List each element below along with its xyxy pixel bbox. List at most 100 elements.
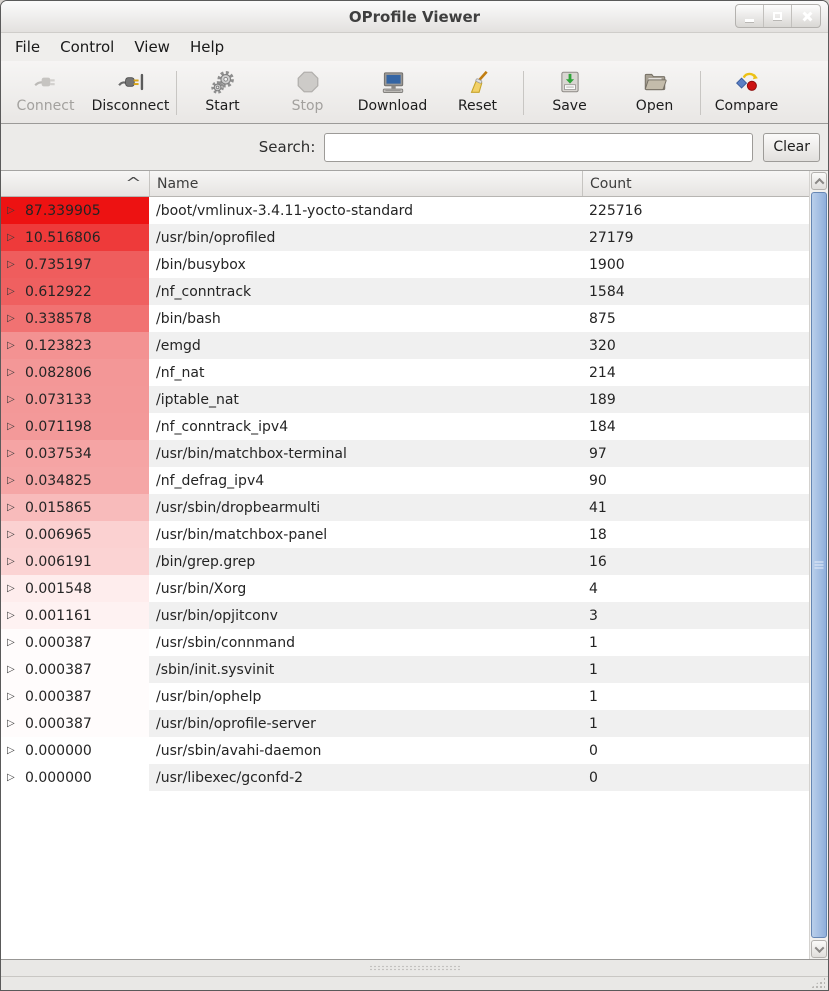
scrollbar-thumb[interactable] bbox=[811, 192, 827, 938]
table-row[interactable]: ▷ 10.516806 /usr/bin/oprofiled 27179 bbox=[1, 224, 809, 251]
expander-icon[interactable]: ▷ bbox=[7, 232, 21, 243]
table-row[interactable]: ▷ 0.612922 /nf_conntrack 1584 bbox=[1, 278, 809, 305]
expander-icon[interactable]: ▷ bbox=[7, 745, 21, 756]
expander-icon[interactable]: ▷ bbox=[7, 448, 21, 459]
expander-icon[interactable]: ▷ bbox=[7, 556, 21, 567]
table-row[interactable]: ▷ 0.037534 /usr/bin/matchbox-terminal 97 bbox=[1, 440, 809, 467]
expander-icon[interactable]: ▷ bbox=[7, 772, 21, 783]
name-cell: /iptable_nat bbox=[149, 386, 582, 413]
column-header-percent[interactable]: ^ bbox=[1, 171, 149, 196]
maximize-button[interactable] bbox=[764, 5, 792, 27]
expander-icon[interactable]: ▷ bbox=[7, 205, 21, 216]
table-row[interactable]: ▷ 0.001161 /usr/bin/opjitconv 3 bbox=[1, 602, 809, 629]
save-button[interactable]: Save bbox=[527, 65, 612, 121]
close-button[interactable] bbox=[792, 5, 820, 27]
table-row[interactable]: ▷ 0.000000 /usr/libexec/gconfd-2 0 bbox=[1, 764, 809, 791]
table-row[interactable]: ▷ 0.001548 /usr/bin/Xorg 4 bbox=[1, 575, 809, 602]
percent-value: 0.073133 bbox=[25, 392, 92, 408]
table-row[interactable]: ▷ 0.338578 /bin/bash 875 bbox=[1, 305, 809, 332]
expander-icon[interactable]: ▷ bbox=[7, 664, 21, 675]
name-cell: /bin/busybox bbox=[149, 251, 582, 278]
menu-view[interactable]: View bbox=[124, 34, 180, 60]
expander-icon[interactable]: ▷ bbox=[7, 529, 21, 540]
table-row[interactable]: ▷ 0.082806 /nf_nat 214 bbox=[1, 359, 809, 386]
expander-icon[interactable]: ▷ bbox=[7, 340, 21, 351]
expander-icon[interactable]: ▷ bbox=[7, 637, 21, 648]
scroll-down-button[interactable] bbox=[811, 940, 827, 958]
menu-file[interactable]: File bbox=[5, 34, 50, 60]
pane-splitter[interactable] bbox=[1, 959, 828, 976]
clear-button[interactable]: Clear bbox=[763, 133, 820, 162]
table-header: ^ Name Count bbox=[1, 171, 809, 197]
titlebar[interactable]: OProfile Viewer bbox=[1, 1, 828, 33]
toolbar: Connect Disconnect bbox=[1, 61, 828, 124]
percent-cell: ▷ 0.000387 bbox=[1, 656, 149, 683]
expander-icon[interactable]: ▷ bbox=[7, 259, 21, 270]
percent-cell: ▷ 0.000387 bbox=[1, 629, 149, 656]
table-row[interactable]: ▷ 0.123823 /emgd 320 bbox=[1, 332, 809, 359]
expander-icon[interactable]: ▷ bbox=[7, 583, 21, 594]
table-row[interactable]: ▷ 0.015865 /usr/sbin/dropbearmulti 41 bbox=[1, 494, 809, 521]
percent-cell: ▷ 0.006191 bbox=[1, 548, 149, 575]
resize-grip-icon[interactable] bbox=[811, 977, 825, 988]
percent-cell: ▷ 0.000387 bbox=[1, 710, 149, 737]
table-row[interactable]: ▷ 0.000387 /usr/bin/oprofile-server 1 bbox=[1, 710, 809, 737]
count-cell: 225716 bbox=[582, 197, 809, 224]
table-row[interactable]: ▷ 0.000387 /usr/sbin/connmand 1 bbox=[1, 629, 809, 656]
table-row[interactable]: ▷ 0.000387 /sbin/init.sysvinit 1 bbox=[1, 656, 809, 683]
expander-icon[interactable]: ▷ bbox=[7, 394, 21, 405]
percent-value: 0.082806 bbox=[25, 365, 92, 381]
table-row[interactable]: ▷ 0.071198 /nf_conntrack_ipv4 184 bbox=[1, 413, 809, 440]
splitter-handle-icon bbox=[369, 965, 461, 971]
percent-cell: ▷ 10.516806 bbox=[1, 224, 149, 251]
count-cell: 16 bbox=[582, 548, 809, 575]
menu-help[interactable]: Help bbox=[180, 34, 234, 60]
expander-icon[interactable]: ▷ bbox=[7, 610, 21, 621]
name-cell: /usr/bin/oprofile-server bbox=[149, 710, 582, 737]
maximize-icon bbox=[773, 12, 782, 20]
expander-icon[interactable]: ▷ bbox=[7, 313, 21, 324]
menu-control[interactable]: Control bbox=[50, 34, 124, 60]
table-row[interactable]: ▷ 0.735197 /bin/busybox 1900 bbox=[1, 251, 809, 278]
table-row[interactable]: ▷ 0.000000 /usr/sbin/avahi-daemon 0 bbox=[1, 737, 809, 764]
column-header-name[interactable]: Name bbox=[149, 171, 582, 196]
percent-cell: ▷ 0.000000 bbox=[1, 764, 149, 791]
profile-table-region: ^ Name Count ▷ 87.339905 /boot/vmlinux-3… bbox=[1, 171, 828, 959]
count-cell: 1 bbox=[582, 656, 809, 683]
name-cell: /usr/bin/opjitconv bbox=[149, 602, 582, 629]
name-cell: /boot/vmlinux-3.4.11-yocto-standard bbox=[149, 197, 582, 224]
count-cell: 97 bbox=[582, 440, 809, 467]
percent-cell: ▷ 0.123823 bbox=[1, 332, 149, 359]
count-cell: 1900 bbox=[582, 251, 809, 278]
menubar: File Control View Help bbox=[1, 33, 828, 61]
reset-button[interactable]: Reset bbox=[435, 65, 520, 121]
percent-value: 0.338578 bbox=[25, 311, 92, 327]
compare-button[interactable]: Compare bbox=[704, 65, 789, 121]
expander-icon[interactable]: ▷ bbox=[7, 367, 21, 378]
percent-value: 87.339905 bbox=[25, 203, 101, 219]
table-row[interactable]: ▷ 0.034825 /nf_defrag_ipv4 90 bbox=[1, 467, 809, 494]
count-cell: 0 bbox=[582, 764, 809, 791]
search-input[interactable] bbox=[324, 133, 753, 162]
disconnect-button[interactable]: Disconnect bbox=[88, 65, 173, 121]
open-button[interactable]: Open bbox=[612, 65, 697, 121]
table-row[interactable]: ▷ 0.006191 /bin/grep.grep 16 bbox=[1, 548, 809, 575]
expander-icon[interactable]: ▷ bbox=[7, 691, 21, 702]
vertical-scrollbar[interactable] bbox=[809, 171, 828, 959]
minimize-button[interactable] bbox=[736, 5, 764, 27]
expander-icon[interactable]: ▷ bbox=[7, 421, 21, 432]
table-row[interactable]: ▷ 87.339905 /boot/vmlinux-3.4.11-yocto-s… bbox=[1, 197, 809, 224]
start-button[interactable]: Start bbox=[180, 65, 265, 121]
table-row[interactable]: ▷ 0.006965 /usr/bin/matchbox-panel 18 bbox=[1, 521, 809, 548]
expander-icon[interactable]: ▷ bbox=[7, 718, 21, 729]
expander-icon[interactable]: ▷ bbox=[7, 286, 21, 297]
expander-icon[interactable]: ▷ bbox=[7, 475, 21, 486]
download-button[interactable]: Download bbox=[350, 65, 435, 121]
percent-value: 0.612922 bbox=[25, 284, 92, 300]
scroll-up-button[interactable] bbox=[811, 172, 827, 190]
expander-icon[interactable]: ▷ bbox=[7, 502, 21, 513]
table-row[interactable]: ▷ 0.073133 /iptable_nat 189 bbox=[1, 386, 809, 413]
table-row[interactable]: ▷ 0.000387 /usr/bin/ophelp 1 bbox=[1, 683, 809, 710]
count-cell: 214 bbox=[582, 359, 809, 386]
column-header-count[interactable]: Count bbox=[582, 171, 809, 196]
